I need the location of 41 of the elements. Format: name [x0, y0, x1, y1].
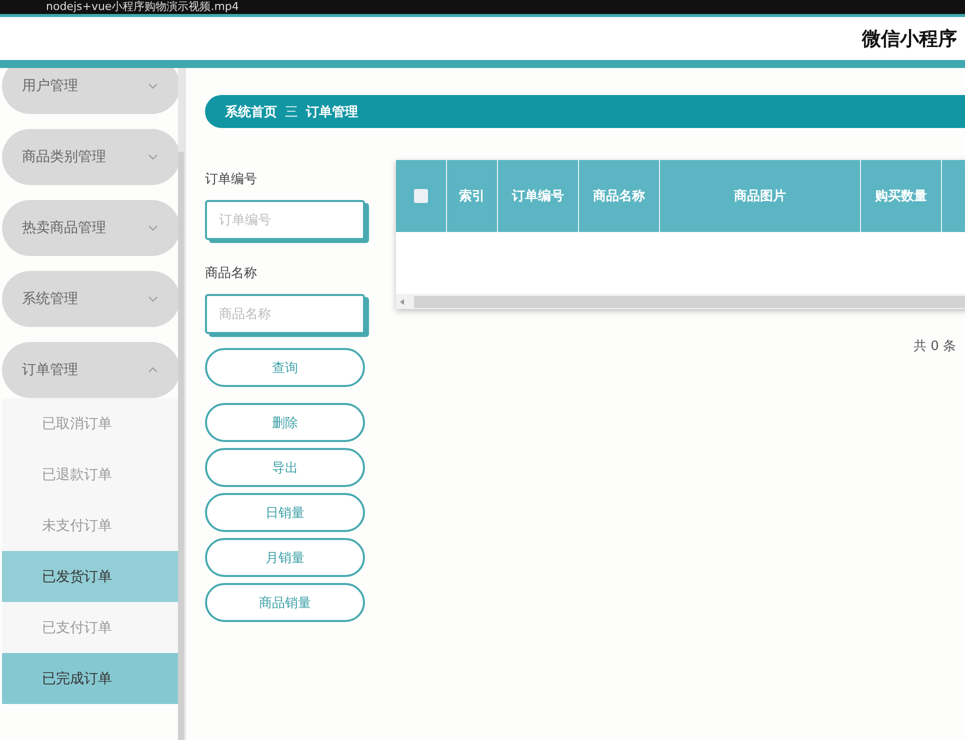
sidebar-menu-item[interactable]: 商品类别管理	[2, 129, 178, 185]
sidebar-submenu-item[interactable]: 已发货订单	[2, 551, 178, 602]
scroll-left-icon[interactable]	[400, 298, 404, 304]
horizontal-scrollbar[interactable]	[396, 294, 965, 309]
action-button[interactable]: 查询	[205, 348, 365, 387]
chevron-icon	[148, 154, 158, 160]
field-label: 商品名称	[205, 265, 258, 282]
chevron-icon	[148, 83, 158, 89]
column-header: 商品名称	[579, 160, 660, 232]
column-header: 商品图片	[660, 160, 861, 232]
search-field[interactable]: 订单编号	[205, 200, 365, 240]
action-button[interactable]: 商品销量	[205, 583, 365, 622]
sidebar-submenu-item[interactable]: 已退款订单	[2, 449, 178, 500]
breadcrumb-item: 订单管理	[306, 104, 358, 120]
action-button[interactable]: 导出	[205, 448, 365, 487]
video-title: nodejs+vue小程序购物演示视频.mp4	[46, 0, 239, 14]
breadcrumb-separator: 三	[285, 104, 298, 120]
scrollbar[interactable]	[178, 68, 186, 740]
field-label: 订单编号	[205, 171, 258, 188]
action-button[interactable]: 删除	[205, 403, 365, 442]
sidebar-menu-item[interactable]: 订单管理	[2, 342, 178, 398]
sidebar-submenu-item[interactable]: 未支付订单	[2, 500, 178, 551]
column-header: 索引	[447, 160, 498, 232]
select-all-checkbox[interactable]	[414, 189, 428, 203]
action-button[interactable]: 月销量	[205, 538, 365, 577]
search-field[interactable]: 商品名称	[205, 294, 365, 334]
breadcrumb-item[interactable]: 系统首页	[225, 102, 277, 120]
sidebar-menu-item[interactable]: 热卖商品管理	[2, 200, 178, 256]
sidebar-menu-item[interactable]: 系统管理	[2, 271, 178, 327]
sidebar-submenu-item[interactable]: 已完成订单	[2, 653, 178, 704]
sidebar-submenu-item[interactable]: 已取消订单	[2, 398, 178, 449]
total-count: 共 0 条	[913, 339, 956, 354]
action-button[interactable]: 日销量	[205, 493, 365, 532]
sidebar-menu-item[interactable]: 用户管理	[2, 68, 178, 114]
sidebar-submenu-item[interactable]: 已支付订单	[2, 602, 178, 653]
column-header: 购买数量	[861, 160, 942, 232]
chevron-icon	[148, 225, 158, 231]
column-header: 订单编号	[498, 160, 579, 232]
app-title: 微信小程序	[862, 26, 957, 52]
chevron-icon	[148, 367, 158, 373]
chevron-icon	[148, 296, 158, 302]
